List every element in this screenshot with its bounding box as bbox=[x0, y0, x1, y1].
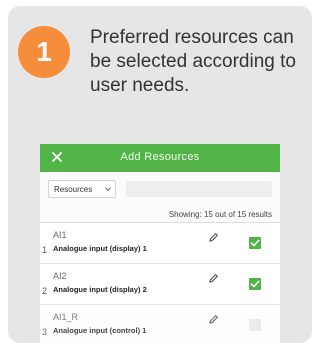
resource-name: AI1_R bbox=[53, 312, 79, 322]
resource-description: Analogue input (control) 1 bbox=[53, 326, 147, 335]
row-index: 2 bbox=[42, 286, 48, 296]
results-count: Showing: 15 out of 15 results bbox=[168, 210, 272, 219]
dialog-title: Add Resources bbox=[120, 151, 200, 163]
chevron-down-icon bbox=[105, 187, 111, 192]
pencil-icon[interactable] bbox=[208, 314, 219, 325]
search-input[interactable] bbox=[126, 181, 272, 197]
step-number-badge: 1 bbox=[18, 26, 70, 78]
resource-list: 1 AI1 Analogue input (display) 1 2 AI2 A… bbox=[40, 222, 280, 343]
check-icon bbox=[250, 239, 260, 247]
resource-description: Analogue input (display) 2 bbox=[53, 285, 147, 294]
add-resources-screenshot: Add Resources Resources Showing: 15 out … bbox=[40, 144, 280, 343]
row-index: 1 bbox=[42, 245, 48, 255]
resource-description: Analogue input (display) 1 bbox=[53, 244, 147, 253]
resource-type-value: Resources bbox=[54, 185, 93, 194]
pencil-icon[interactable] bbox=[208, 232, 219, 243]
table-row[interactable]: 1 AI1 Analogue input (display) 1 bbox=[40, 223, 280, 264]
resource-checkbox[interactable] bbox=[249, 319, 261, 331]
info-card: 1 Preferred resources can be selected ac… bbox=[8, 6, 312, 343]
row-index: 3 bbox=[42, 327, 48, 337]
pencil-icon[interactable] bbox=[208, 273, 219, 284]
dialog-header: Add Resources bbox=[40, 144, 280, 172]
resource-checkbox[interactable] bbox=[249, 237, 261, 249]
step-caption: Preferred resources can be selected acco… bbox=[90, 27, 296, 96]
table-row[interactable]: 3 AI1_R Analogue input (control) 1 bbox=[40, 305, 280, 343]
check-icon bbox=[250, 280, 260, 288]
resource-type-select[interactable]: Resources bbox=[48, 180, 116, 198]
resource-checkbox[interactable] bbox=[249, 278, 261, 290]
table-row[interactable]: 2 AI2 Analogue input (display) 2 bbox=[40, 264, 280, 305]
resource-name: AI1 bbox=[53, 230, 67, 240]
resource-name: AI2 bbox=[53, 271, 67, 281]
filter-bar: Resources bbox=[40, 172, 280, 206]
